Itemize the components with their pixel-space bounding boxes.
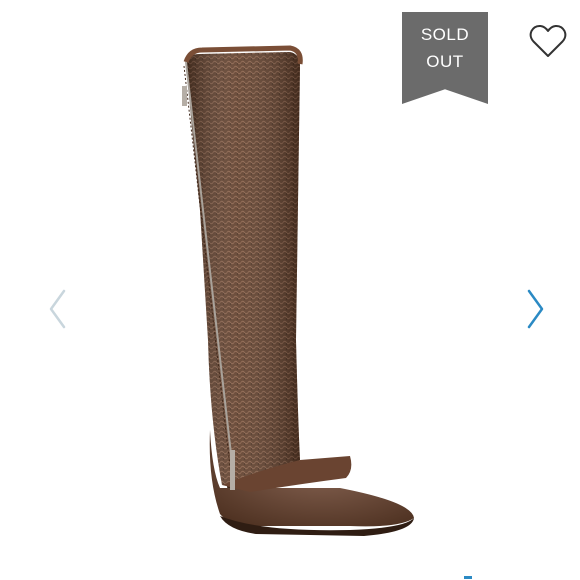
previous-arrow-icon[interactable] bbox=[46, 287, 70, 331]
sold-out-badge: SOLD OUT bbox=[402, 12, 488, 104]
product-image-boot bbox=[182, 45, 414, 536]
sold-out-line-2: OUT bbox=[426, 52, 464, 71]
product-image-viewer: SOLD OUT bbox=[0, 0, 580, 580]
sold-out-line-1: SOLD bbox=[420, 25, 470, 44]
next-arrow-icon[interactable] bbox=[524, 287, 548, 331]
carousel-indicator[interactable] bbox=[462, 572, 474, 580]
heart-icon[interactable] bbox=[528, 22, 568, 60]
